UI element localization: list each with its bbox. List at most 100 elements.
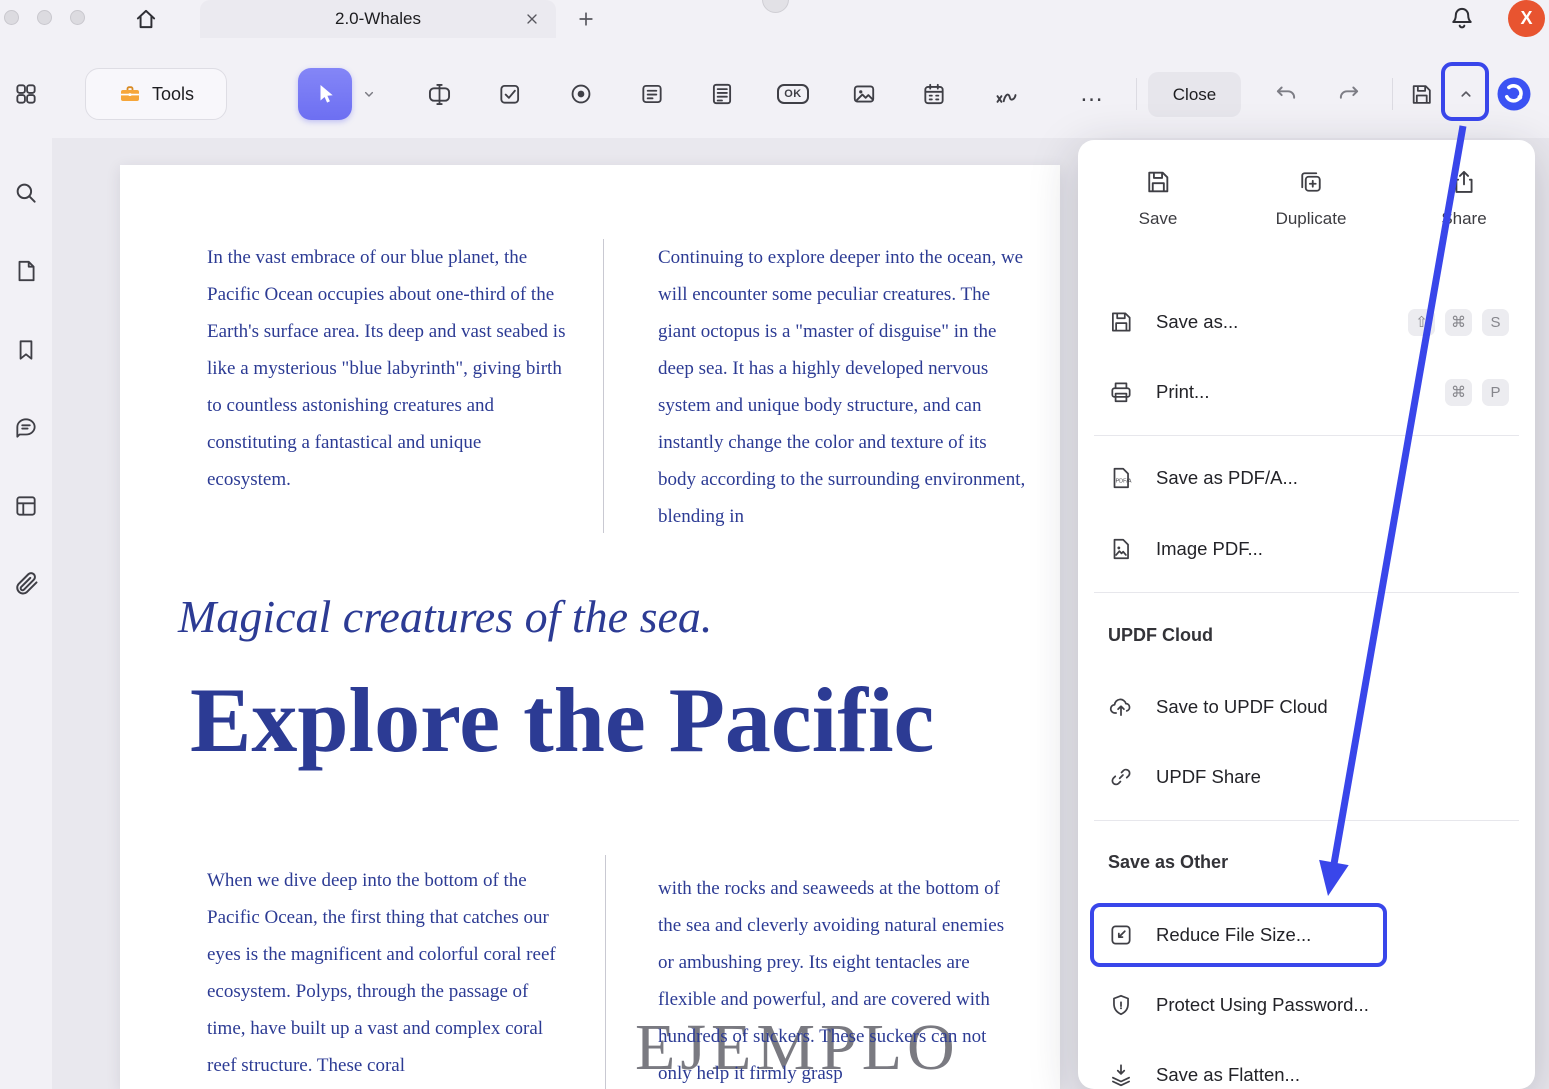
menu-duplicate-button[interactable]: Duplicate	[1256, 168, 1366, 229]
toolbar: Tools OK	[0, 38, 1549, 138]
print-icon	[1108, 379, 1134, 405]
tools-label: Tools	[152, 84, 194, 105]
menu-item-label: Save as Flatten...	[1156, 1064, 1300, 1086]
image-pdf-icon	[1108, 536, 1134, 562]
menu-divider	[1094, 592, 1519, 593]
reduce-size-icon	[1108, 922, 1134, 948]
camera-notch	[762, 0, 789, 13]
select-tool-button[interactable]	[298, 68, 352, 120]
close-document-button[interactable]: Close	[1148, 72, 1241, 117]
apps-grid-icon	[13, 81, 39, 107]
home-button[interactable]	[130, 3, 162, 35]
window-close-button[interactable]	[4, 10, 19, 25]
pdf-a-icon: PDF/A	[1108, 465, 1134, 491]
svg-text:PDF/A: PDF/A	[1116, 478, 1132, 484]
left-sidebar	[0, 138, 52, 1089]
page-thumbnails-icon	[13, 258, 39, 284]
save-button[interactable]	[1399, 72, 1443, 116]
menu-image-pdf-item[interactable]: Image PDF...	[1092, 514, 1521, 584]
key-shift: ⇧	[1408, 309, 1435, 336]
notifications-button[interactable]	[1445, 1, 1479, 35]
image-icon	[851, 81, 877, 107]
menu-save-button[interactable]: Save	[1103, 168, 1213, 229]
pdf-page[interactable]: EJEMPLO In the vast embrace of our blue …	[120, 165, 1060, 1089]
menu-save-label: Save	[1139, 209, 1178, 229]
tab-title: 2.0-Whales	[335, 9, 421, 29]
shortcut-keys: ⇧ ⌘ S	[1408, 309, 1509, 336]
menu-save-as-flatten-item[interactable]: Save as Flatten...	[1092, 1040, 1521, 1089]
save-icon	[1409, 82, 1434, 107]
apps-grid-button[interactable]	[4, 72, 48, 116]
menu-save-to-cloud-item[interactable]: Save to UPDF Cloud	[1092, 672, 1521, 742]
note-tool-button[interactable]	[630, 72, 674, 116]
menu-item-label: Save to UPDF Cloud	[1156, 696, 1328, 718]
protect-password-icon	[1108, 992, 1134, 1018]
window-minimize-button[interactable]	[37, 10, 52, 25]
edit-text-icon	[426, 81, 453, 108]
sidebar-thumbnails-button[interactable]	[6, 251, 46, 291]
close-icon	[524, 11, 540, 27]
image-tool-button[interactable]	[842, 72, 886, 116]
sidebar-comments-button[interactable]	[6, 408, 46, 448]
select-tool-dropdown[interactable]	[356, 72, 382, 116]
search-icon	[13, 180, 39, 206]
window-zoom-button[interactable]	[70, 10, 85, 25]
tools-button[interactable]: Tools	[85, 68, 227, 120]
toolbar-separator	[1392, 78, 1393, 110]
more-tools-button[interactable]: …	[1070, 72, 1114, 116]
stamp-tool-button[interactable]: OK	[771, 72, 815, 116]
signature-tool-button[interactable]	[984, 72, 1028, 116]
document-tab[interactable]: 2.0-Whales	[200, 0, 556, 38]
column-divider	[605, 855, 606, 1089]
menu-item-label: Save as...	[1156, 311, 1238, 333]
document-subtitle: Magical creatures of the sea.	[178, 590, 712, 643]
calendar-icon	[921, 81, 947, 107]
key-command: ⌘	[1445, 379, 1472, 406]
sidebar-bookmarks-button[interactable]	[6, 330, 46, 370]
page-layout-tool-button[interactable]	[700, 72, 744, 116]
menu-reduce-file-size-item[interactable]: Reduce File Size...	[1092, 900, 1521, 970]
page-layout-icon	[709, 81, 735, 107]
account-avatar[interactable]: X	[1508, 0, 1545, 37]
tab-close-button[interactable]	[520, 7, 544, 31]
menu-updf-share-item[interactable]: UPDF Share	[1092, 742, 1521, 812]
document-title: Explore the Pacific	[190, 667, 934, 773]
sidebar-organize-pages-button[interactable]	[6, 486, 46, 526]
sidebar-attachments-button[interactable]	[6, 563, 46, 603]
checkbox-tool-button[interactable]	[488, 72, 532, 116]
save-options-button[interactable]	[1449, 72, 1483, 116]
menu-save-as-pdfa-item[interactable]: PDF/A Save as PDF/A...	[1092, 443, 1521, 513]
save-as-icon	[1108, 309, 1134, 335]
pointer-icon	[313, 82, 337, 106]
plus-icon	[576, 9, 596, 29]
updf-logo[interactable]	[1496, 76, 1532, 112]
menu-section-cloud: UPDF Cloud	[1108, 625, 1213, 646]
key-p: P	[1482, 379, 1509, 406]
sidebar-search-button[interactable]	[6, 173, 46, 213]
attachments-icon	[12, 569, 40, 597]
updf-window: 2.0-Whales X Tools	[0, 0, 1549, 1089]
menu-print-item[interactable]: Print... ⌘ P	[1092, 357, 1521, 427]
calendar-tool-button[interactable]	[912, 72, 956, 116]
paragraph-bottom-left: When we dive deep into the bottom of the…	[207, 862, 567, 1084]
menu-save-as-item[interactable]: Save as... ⇧ ⌘ S	[1092, 287, 1521, 357]
new-tab-button[interactable]	[571, 4, 601, 34]
undo-button[interactable]	[1264, 72, 1308, 116]
edit-text-tool-button[interactable]	[417, 72, 461, 116]
menu-divider	[1094, 820, 1519, 821]
redo-button[interactable]	[1327, 72, 1371, 116]
shortcut-keys: ⌘ P	[1445, 379, 1509, 406]
menu-share-button[interactable]: Share	[1409, 168, 1519, 229]
window-controls	[4, 10, 85, 25]
signature-icon	[993, 81, 1020, 108]
toolbar-separator	[1136, 78, 1137, 110]
link-icon	[1108, 764, 1134, 790]
toolbox-icon	[118, 82, 142, 106]
radio-tool-button[interactable]	[559, 72, 603, 116]
note-icon	[639, 81, 665, 107]
flatten-icon	[1108, 1062, 1134, 1088]
menu-duplicate-label: Duplicate	[1276, 209, 1347, 229]
radio-button-icon	[568, 81, 594, 107]
menu-item-label: Image PDF...	[1156, 538, 1263, 560]
menu-protect-password-item[interactable]: Protect Using Password...	[1092, 970, 1521, 1040]
